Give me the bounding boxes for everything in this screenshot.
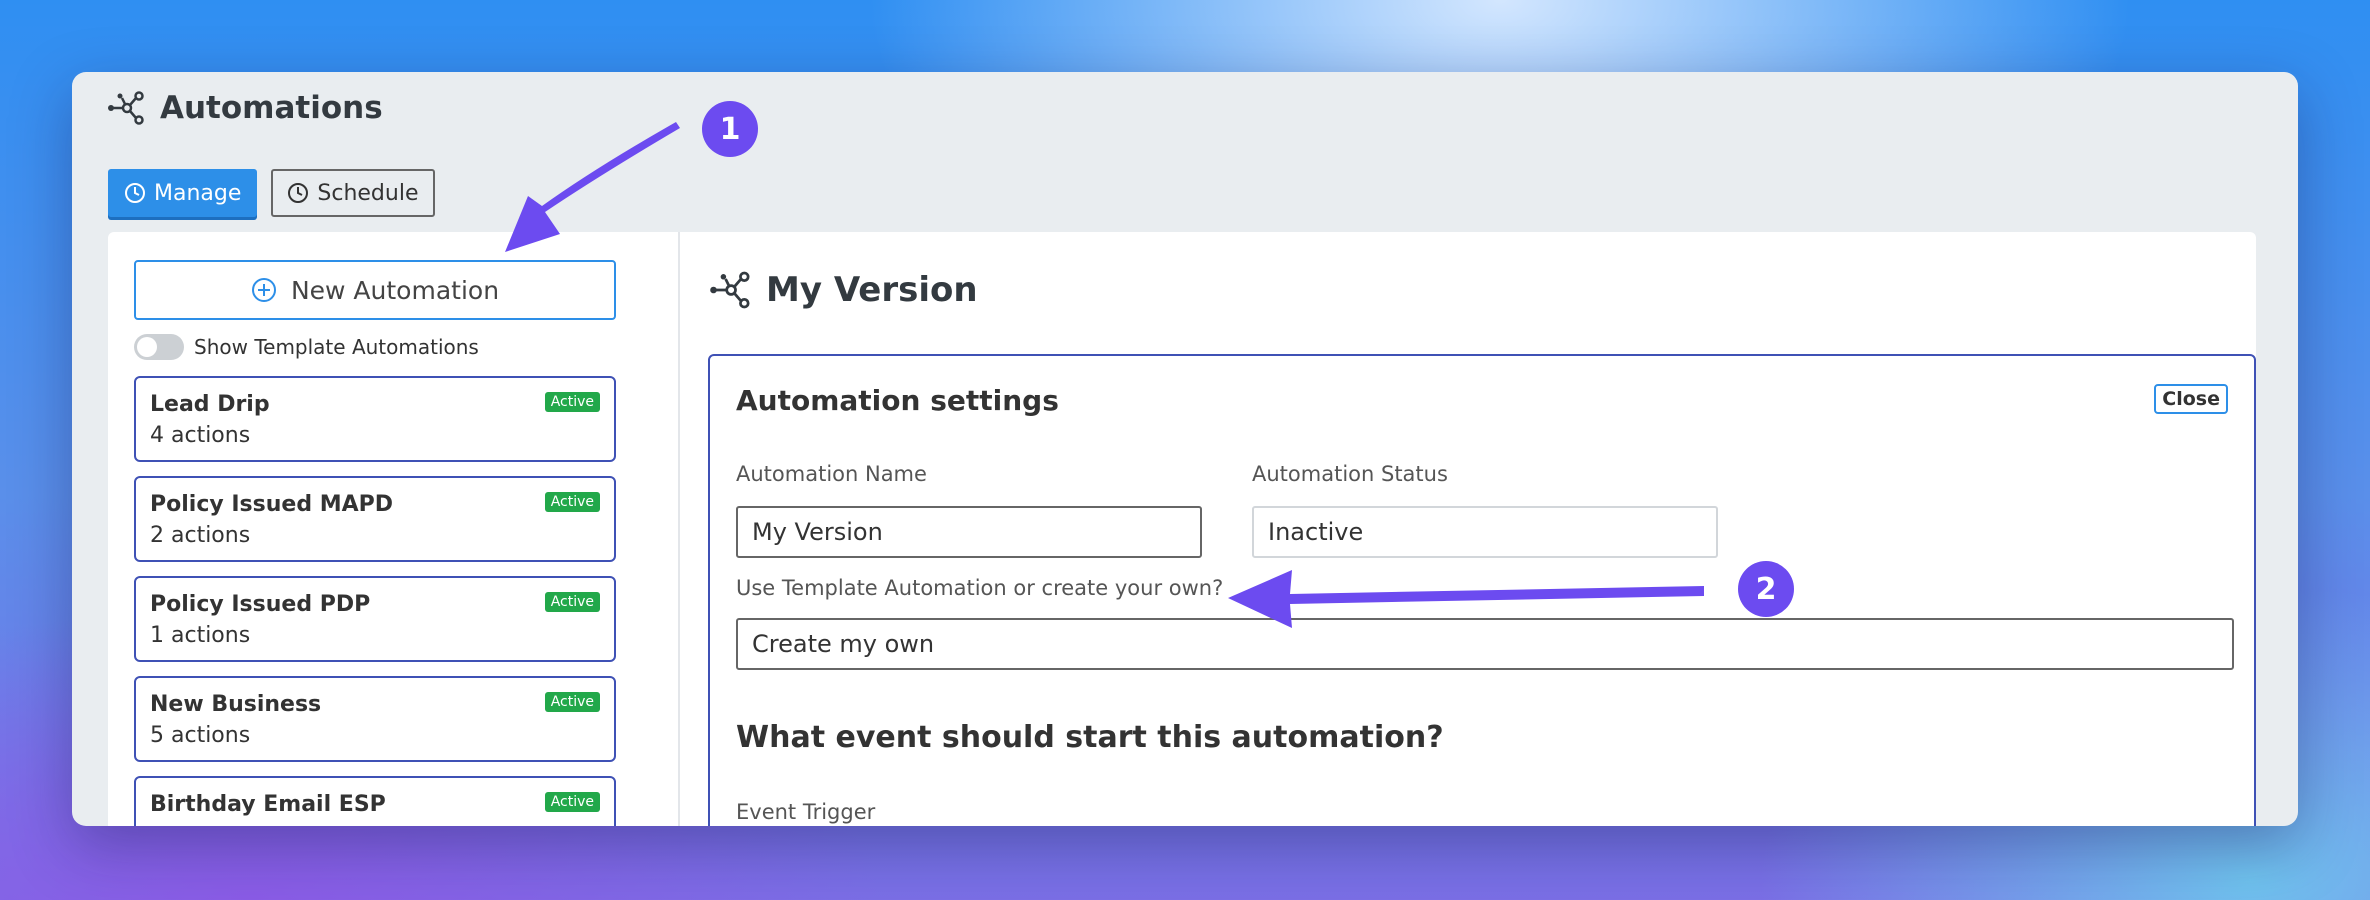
new-automation-button[interactable]: New Automation	[134, 260, 616, 320]
clock-icon	[125, 183, 145, 203]
automation-network-icon	[108, 91, 144, 125]
tab-manage-label: Manage	[154, 180, 242, 206]
show-template-toggle[interactable]	[134, 334, 184, 360]
status-badge: Active	[544, 392, 600, 412]
content-panel: New Automation Show Template Automations…	[108, 232, 2256, 826]
automation-actions: 4 actions	[150, 423, 251, 448]
automation-actions: 5 actions	[150, 723, 251, 748]
automation-detail: My Version Automation settings Close Aut…	[680, 232, 2256, 826]
event-trigger-label: Event Trigger	[736, 800, 876, 824]
close-button[interactable]: Close	[2154, 384, 2228, 414]
page-title: My Version	[708, 270, 978, 310]
automation-status-label: Automation Status	[1252, 462, 1448, 486]
list-item[interactable]: Policy Issued PDP 1 actions Active	[134, 576, 616, 662]
app-title: Automations	[160, 90, 383, 126]
template-choice-select[interactable]: Create my own	[736, 618, 2234, 670]
plus-circle-icon	[251, 278, 276, 302]
automation-name-label: Automation Name	[736, 462, 927, 486]
app-header: Automations	[106, 90, 383, 126]
automation-name: New Business	[150, 692, 322, 717]
automation-status-select[interactable]: Inactive	[1252, 506, 1718, 558]
list-item[interactable]: Birthday Email ESP Active	[134, 776, 616, 826]
settings-title: Automation settings	[736, 384, 1059, 417]
event-section-title: What event should start this automation?	[736, 720, 1444, 755]
status-badge: Active	[544, 792, 600, 812]
automation-name-field[interactable]: My Version	[736, 506, 1202, 558]
tab-schedule[interactable]: Schedule	[271, 169, 435, 217]
automation-name: Lead Drip	[150, 392, 270, 417]
tab-schedule-label: Schedule	[317, 180, 419, 206]
list-item[interactable]: Policy Issued MAPD 2 actions Active	[134, 476, 616, 562]
status-badge: Active	[544, 492, 600, 512]
new-automation-label: New Automation	[290, 275, 500, 305]
list-item[interactable]: New Business 5 actions Active	[134, 676, 616, 762]
version-title-text: My Version	[766, 270, 978, 310]
automation-sidebar: New Automation Show Template Automations…	[108, 232, 680, 826]
automations-window: Automations Manage Schedule New Automati…	[72, 72, 2298, 826]
annotation-callout-1: 1	[702, 101, 758, 157]
template-toggle-row: Show Template Automations	[134, 334, 479, 360]
tab-manage[interactable]: Manage	[108, 169, 258, 217]
tab-bar: Manage Schedule	[108, 169, 435, 217]
automation-name: Policy Issued PDP	[150, 592, 371, 617]
list-item[interactable]: Lead Drip 4 actions Active	[134, 376, 616, 462]
automation-network-icon	[710, 271, 750, 309]
automation-settings-card: Automation settings Close Automation Nam…	[708, 354, 2256, 826]
automation-name: Policy Issued MAPD	[150, 492, 394, 517]
status-badge: Active	[544, 692, 600, 712]
automation-actions: 2 actions	[150, 523, 251, 548]
automation-list: Lead Drip 4 actions Active Policy Issued…	[134, 376, 616, 826]
template-question-label: Use Template Automation or create your o…	[736, 576, 1224, 600]
annotation-callout-2: 2	[1738, 561, 1794, 617]
automation-name: Birthday Email ESP	[150, 792, 386, 817]
toggle-label: Show Template Automations	[194, 335, 479, 359]
status-badge: Active	[544, 592, 600, 612]
automation-actions: 1 actions	[150, 623, 251, 648]
clock-icon	[288, 183, 309, 203]
